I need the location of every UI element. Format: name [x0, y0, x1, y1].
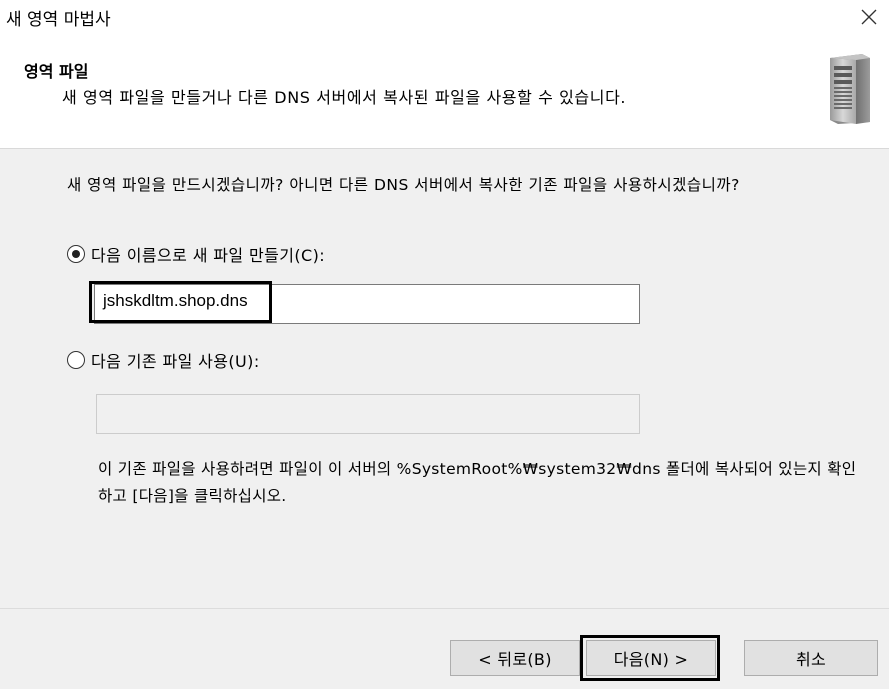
header-subtitle: 새 영역 파일을 만들거나 다른 DNS 서버에서 복사된 파일을 사용할 수 … — [62, 88, 627, 107]
radio-button-unchecked[interactable] — [67, 351, 85, 369]
radio-create-label: 다음 이름으로 새 파일 만들기(C): — [91, 246, 326, 265]
wizard-header: 영역 파일 새 영역 파일을 만들거나 다른 DNS 서버에서 복사된 파일을 … — [0, 34, 889, 149]
cancel-button[interactable]: 취소 — [744, 640, 878, 676]
radio-existing-label: 다음 기존 파일 사용(U): — [91, 352, 260, 371]
window-title: 새 영역 마법사 — [6, 10, 111, 30]
back-button[interactable]: < 뒤로(B) — [450, 640, 580, 676]
question-text: 새 영역 파일을 만드시겠습니까? 아니면 다른 DNS 서버에서 복사한 기존… — [67, 176, 740, 194]
existing-file-note: 이 기존 파일을 사용하려면 파일이 이 서버의 %SystemRoot%₩sy… — [98, 460, 857, 505]
footer-divider — [0, 608, 889, 609]
header-title: 영역 파일 — [24, 62, 89, 81]
radio-button-checked[interactable] — [67, 245, 85, 263]
next-button-highlight-box — [580, 635, 720, 681]
title-bar: 새 영역 마법사 — [0, 0, 889, 34]
close-icon — [861, 9, 877, 25]
server-icon — [830, 54, 870, 124]
radio-create-new-file[interactable]: 다음 이름으로 새 파일 만들기(C): — [67, 242, 325, 266]
radio-use-existing-file[interactable]: 다음 기존 파일 사용(U): — [67, 348, 260, 372]
existing-filename-input — [96, 394, 640, 434]
new-zone-wizard-window: 새 영역 마법사 영역 파일 새 영역 파일을 만들거나 다른 DNS 서버에서… — [0, 0, 889, 689]
filename-highlight-box — [89, 281, 272, 323]
close-button[interactable] — [849, 0, 889, 34]
